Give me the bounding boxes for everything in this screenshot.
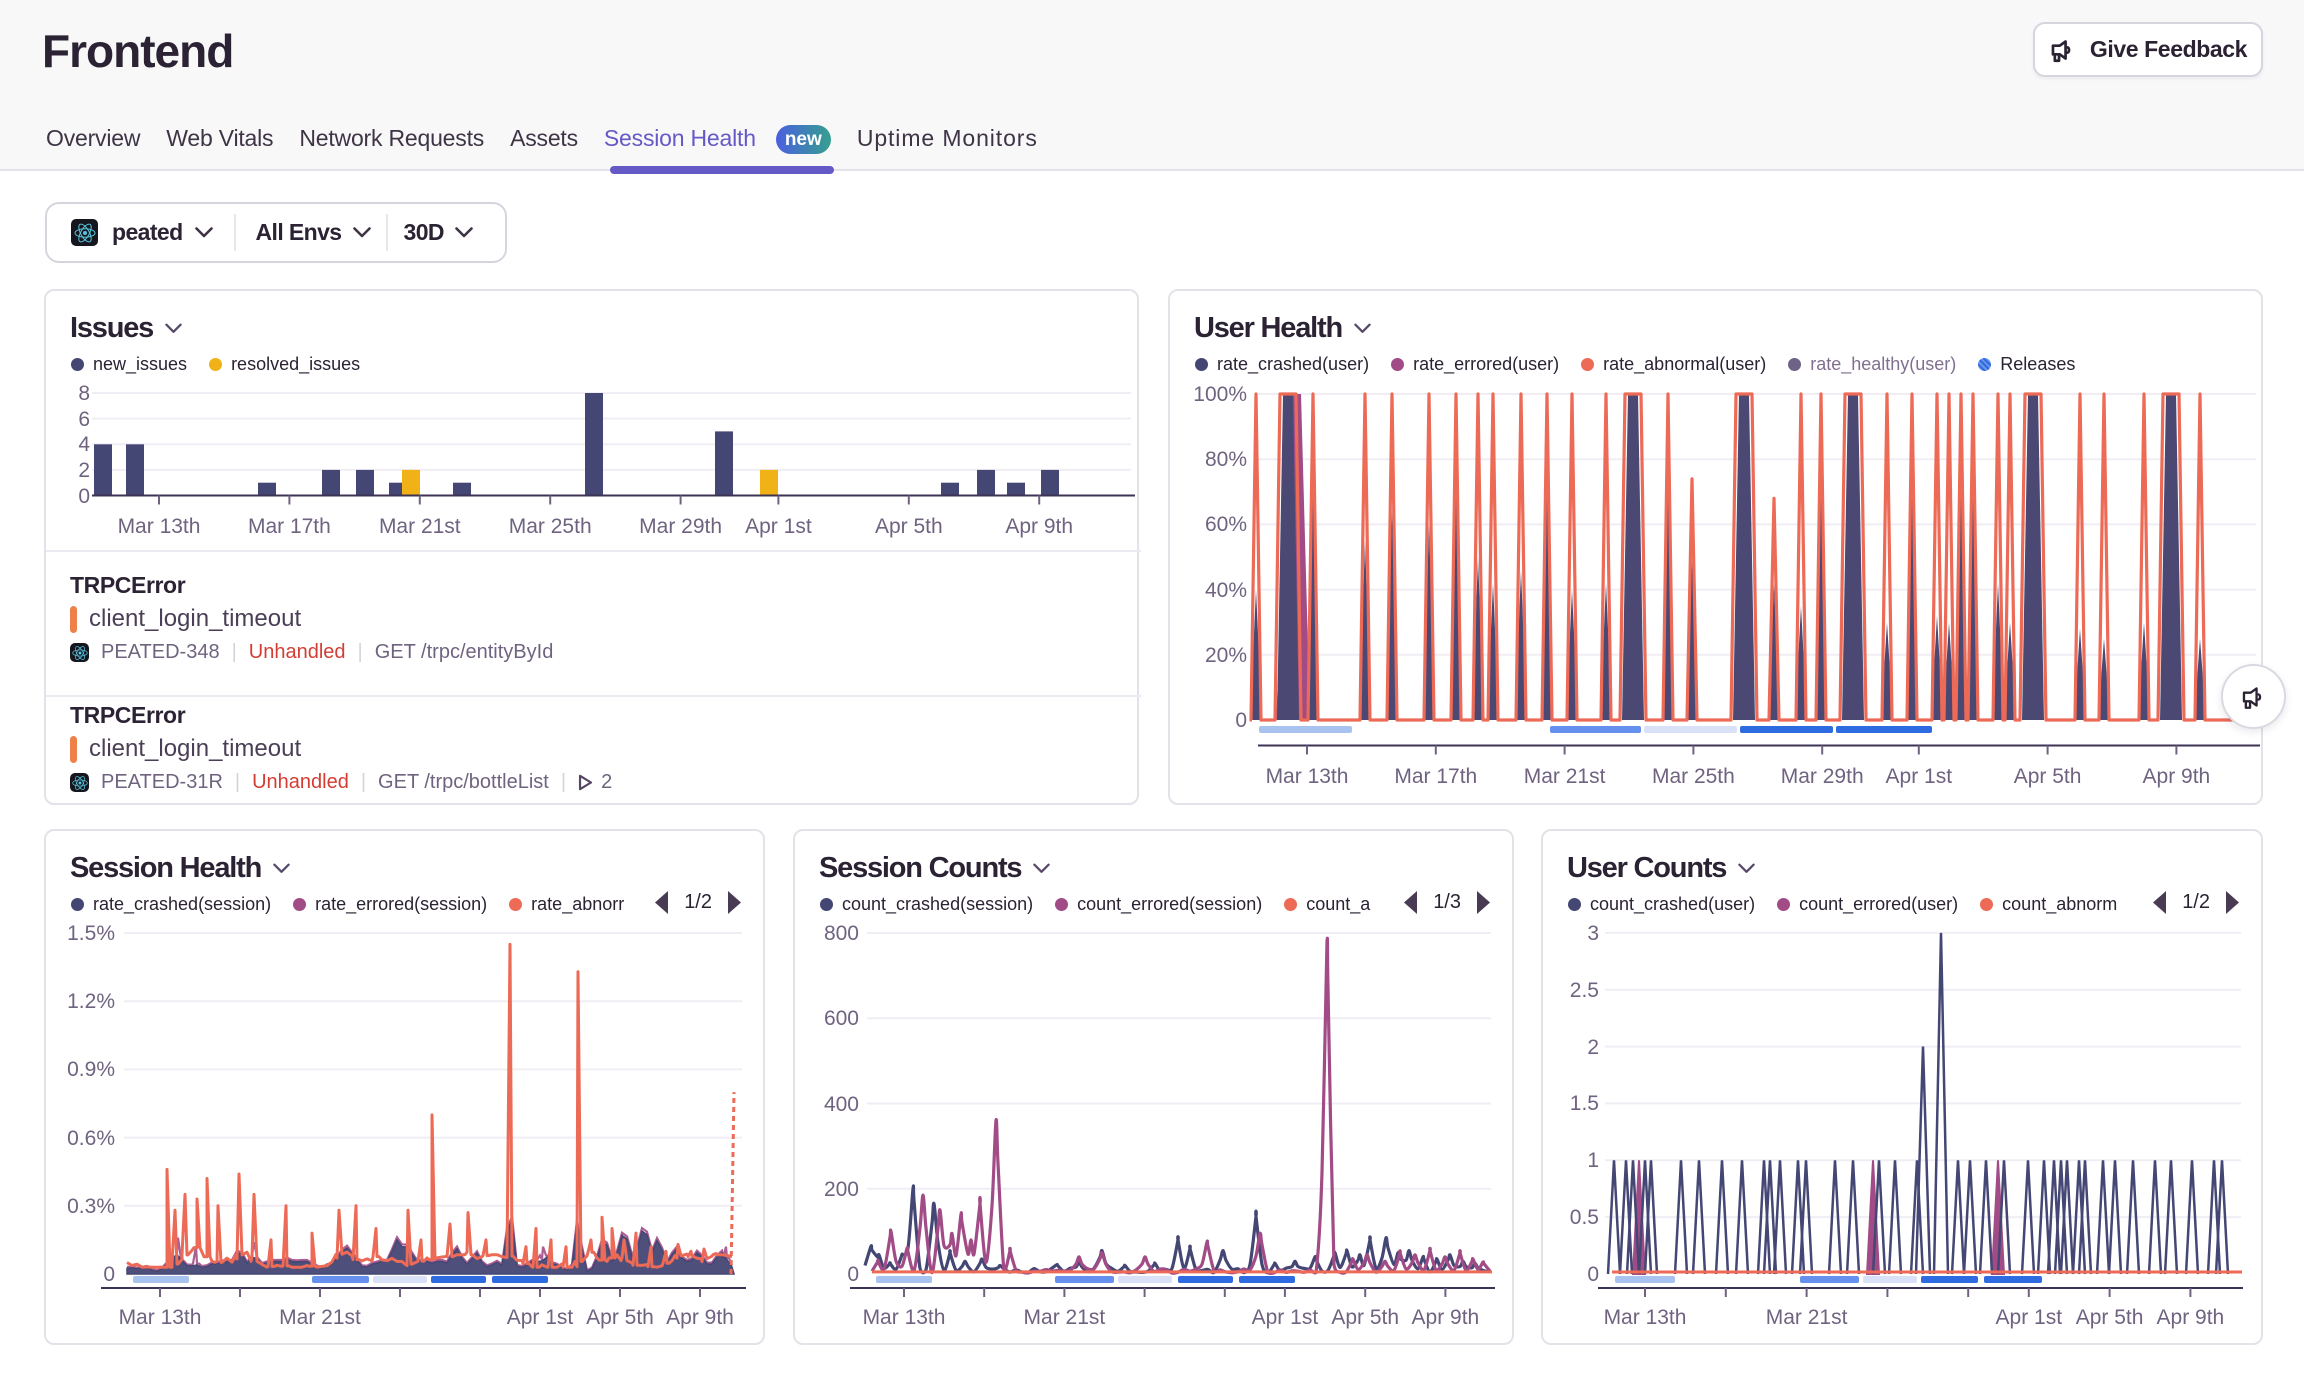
svg-text:800: 800 xyxy=(824,922,859,945)
svg-text:Mar 21st: Mar 21st xyxy=(1524,765,1606,788)
svg-text:6: 6 xyxy=(78,408,90,431)
svg-text:Apr 1st: Apr 1st xyxy=(1886,765,1953,788)
svg-text:Apr 1st: Apr 1st xyxy=(507,1306,574,1329)
svg-text:2: 2 xyxy=(1587,1036,1599,1059)
svg-text:400: 400 xyxy=(824,1093,859,1116)
svg-text:0: 0 xyxy=(847,1263,859,1286)
svg-text:Apr 9th: Apr 9th xyxy=(2143,765,2211,788)
svg-text:Apr 5th: Apr 5th xyxy=(586,1306,654,1329)
svg-text:Apr 5th: Apr 5th xyxy=(2076,1306,2144,1329)
svg-text:0.3%: 0.3% xyxy=(67,1195,115,1218)
svg-text:1.2%: 1.2% xyxy=(67,990,115,1013)
svg-text:Mar 13th: Mar 13th xyxy=(119,1306,202,1329)
svg-text:Mar 17th: Mar 17th xyxy=(1394,765,1477,788)
svg-text:40%: 40% xyxy=(1205,579,1247,602)
svg-text:100%: 100% xyxy=(1193,383,1247,406)
svg-text:2.5: 2.5 xyxy=(1570,979,1599,1002)
svg-text:Mar 21st: Mar 21st xyxy=(1024,1306,1106,1329)
svg-text:Mar 13th: Mar 13th xyxy=(1266,765,1349,788)
svg-text:Mar 13th: Mar 13th xyxy=(118,515,201,538)
svg-text:Mar 25th: Mar 25th xyxy=(1652,765,1735,788)
svg-text:Mar 21st: Mar 21st xyxy=(279,1306,361,1329)
svg-text:Mar 21st: Mar 21st xyxy=(379,515,461,538)
svg-text:0: 0 xyxy=(78,485,90,508)
svg-text:Apr 9th: Apr 9th xyxy=(2157,1306,2225,1329)
svg-text:Apr 1st: Apr 1st xyxy=(1252,1306,1319,1329)
svg-text:Apr 5th: Apr 5th xyxy=(1331,1306,1399,1329)
svg-text:0.9%: 0.9% xyxy=(67,1058,115,1081)
svg-text:Mar 13th: Mar 13th xyxy=(863,1306,946,1329)
svg-text:Apr 1st: Apr 1st xyxy=(745,515,812,538)
svg-text:Mar 17th: Mar 17th xyxy=(248,515,331,538)
svg-text:0: 0 xyxy=(1235,709,1247,732)
svg-text:0.6%: 0.6% xyxy=(67,1127,115,1150)
svg-text:1.5: 1.5 xyxy=(1570,1092,1599,1115)
svg-text:20%: 20% xyxy=(1205,644,1247,667)
svg-text:Apr 5th: Apr 5th xyxy=(2014,765,2082,788)
svg-text:Mar 29th: Mar 29th xyxy=(639,515,722,538)
svg-text:Mar 13th: Mar 13th xyxy=(1604,1306,1687,1329)
svg-text:2: 2 xyxy=(78,459,90,482)
svg-text:1.5%: 1.5% xyxy=(67,922,115,945)
svg-text:4: 4 xyxy=(78,433,90,456)
svg-text:Apr 5th: Apr 5th xyxy=(875,515,943,538)
svg-text:Apr 9th: Apr 9th xyxy=(1412,1306,1480,1329)
svg-text:Apr 1st: Apr 1st xyxy=(1996,1306,2063,1329)
svg-text:Mar 21st: Mar 21st xyxy=(1766,1306,1848,1329)
svg-text:Mar 25th: Mar 25th xyxy=(509,515,592,538)
svg-text:1: 1 xyxy=(1587,1149,1599,1172)
svg-text:600: 600 xyxy=(824,1007,859,1030)
svg-text:0.5: 0.5 xyxy=(1570,1206,1599,1229)
svg-text:0: 0 xyxy=(103,1263,115,1286)
svg-text:80%: 80% xyxy=(1205,448,1247,471)
svg-text:60%: 60% xyxy=(1205,513,1247,536)
svg-text:200: 200 xyxy=(824,1178,859,1201)
svg-text:Apr 9th: Apr 9th xyxy=(666,1306,734,1329)
svg-text:Mar 29th: Mar 29th xyxy=(1781,765,1864,788)
svg-text:Apr 9th: Apr 9th xyxy=(1005,515,1073,538)
svg-text:0: 0 xyxy=(1587,1263,1599,1286)
svg-text:8: 8 xyxy=(78,382,90,405)
svg-text:3: 3 xyxy=(1587,922,1599,945)
